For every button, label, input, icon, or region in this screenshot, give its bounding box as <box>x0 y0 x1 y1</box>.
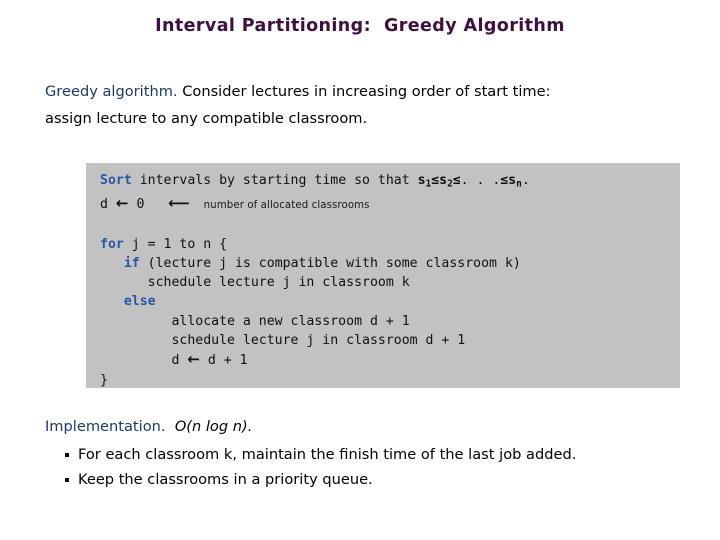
ellipsis: . . . <box>460 173 501 188</box>
code-line-init-d: d ← 0 ⟵ number of allocated classrooms <box>100 194 680 215</box>
list-item: Keep the classrooms in a priority queue. <box>45 467 695 492</box>
keyword-if: if <box>123 255 140 271</box>
le-operator-1: ≤ <box>431 173 440 188</box>
variable-d: d <box>100 196 108 212</box>
le-operator-3: ≤ <box>500 173 509 188</box>
increment-indent <box>100 353 171 368</box>
increment-expression: d + 1 <box>199 353 248 369</box>
code-spacer <box>100 215 680 234</box>
increment-arrow-icon: ← <box>187 350 200 369</box>
keyword-for: for <box>100 236 124 252</box>
list-item-label: For each classroom k, maintain the finis… <box>78 446 577 463</box>
code-sort-text: intervals by starting time so that <box>131 173 418 188</box>
implementation-bullet-list: For each classroom k, maintain the finis… <box>45 442 695 492</box>
implementation-heading: Implementation. O(n log n). <box>45 416 695 438</box>
symbol-sn: s <box>508 173 517 188</box>
code-line-sort: Sort intervals by starting time so that … <box>100 171 680 194</box>
slide-canvas: Interval Partitioning: Greedy Algorithm … <box>0 0 720 540</box>
pseudocode-block: Sort intervals by starting time so that … <box>86 163 680 388</box>
increment-variable: d <box>171 353 180 369</box>
init-value: 0 <box>136 196 145 212</box>
le-operator-2: ≤ <box>452 173 461 188</box>
complexity-value: O(n log n). <box>174 418 253 435</box>
code-line-allocate: allocate a new classroom d + 1 <box>100 313 410 329</box>
page-title: Interval Partitioning: Greedy Algorithm <box>155 16 565 36</box>
if-condition-text: (lecture j is compatible with some class… <box>139 255 521 271</box>
intro-line-2: assign lecture to any compatible classro… <box>45 110 368 127</box>
intro-line-1: Consider lectures in increasing order of… <box>177 83 551 100</box>
line-period: . <box>521 173 530 188</box>
implementation-lead-label: Implementation. <box>45 418 166 435</box>
annotation-arrow-icon: ⟵ <box>168 193 189 212</box>
code-line-increment-d: d ← d + 1 <box>100 350 680 370</box>
keyword-else: else <box>123 294 156 310</box>
if-indent <box>100 256 124 271</box>
symbol-s1: s <box>417 173 426 188</box>
for-header-text: j = 1 to n { <box>123 236 228 252</box>
keyword-sort: Sort <box>100 173 132 188</box>
code-line-schedule-k: schedule lecture j in classroom k <box>100 275 410 291</box>
implementation-section: Implementation. O(n log n). For each cla… <box>45 416 695 492</box>
annotation-text: number of allocated classrooms <box>203 199 370 211</box>
code-line-if: if (lecture j is compatible with some cl… <box>100 254 680 273</box>
square-bullet-icon <box>65 453 69 457</box>
assign-arrow-icon: ← <box>115 193 129 212</box>
code-line-for: for j = 1 to n { <box>100 235 680 254</box>
list-item: For each classroom k, maintain the finis… <box>45 442 695 467</box>
symbol-s2: s <box>439 173 448 188</box>
intro-lead-label: Greedy algorithm. <box>45 83 178 100</box>
code-line-else: else <box>100 292 680 311</box>
square-bullet-icon <box>65 478 69 482</box>
list-item-label: Keep the classrooms in a priority queue. <box>78 471 373 488</box>
intro-paragraph: Greedy algorithm. Consider lectures in i… <box>45 78 685 132</box>
code-line-close-brace: } <box>100 372 108 388</box>
code-line-schedule-d: schedule lecture j in classroom d + 1 <box>100 333 466 349</box>
else-indent <box>100 294 124 309</box>
